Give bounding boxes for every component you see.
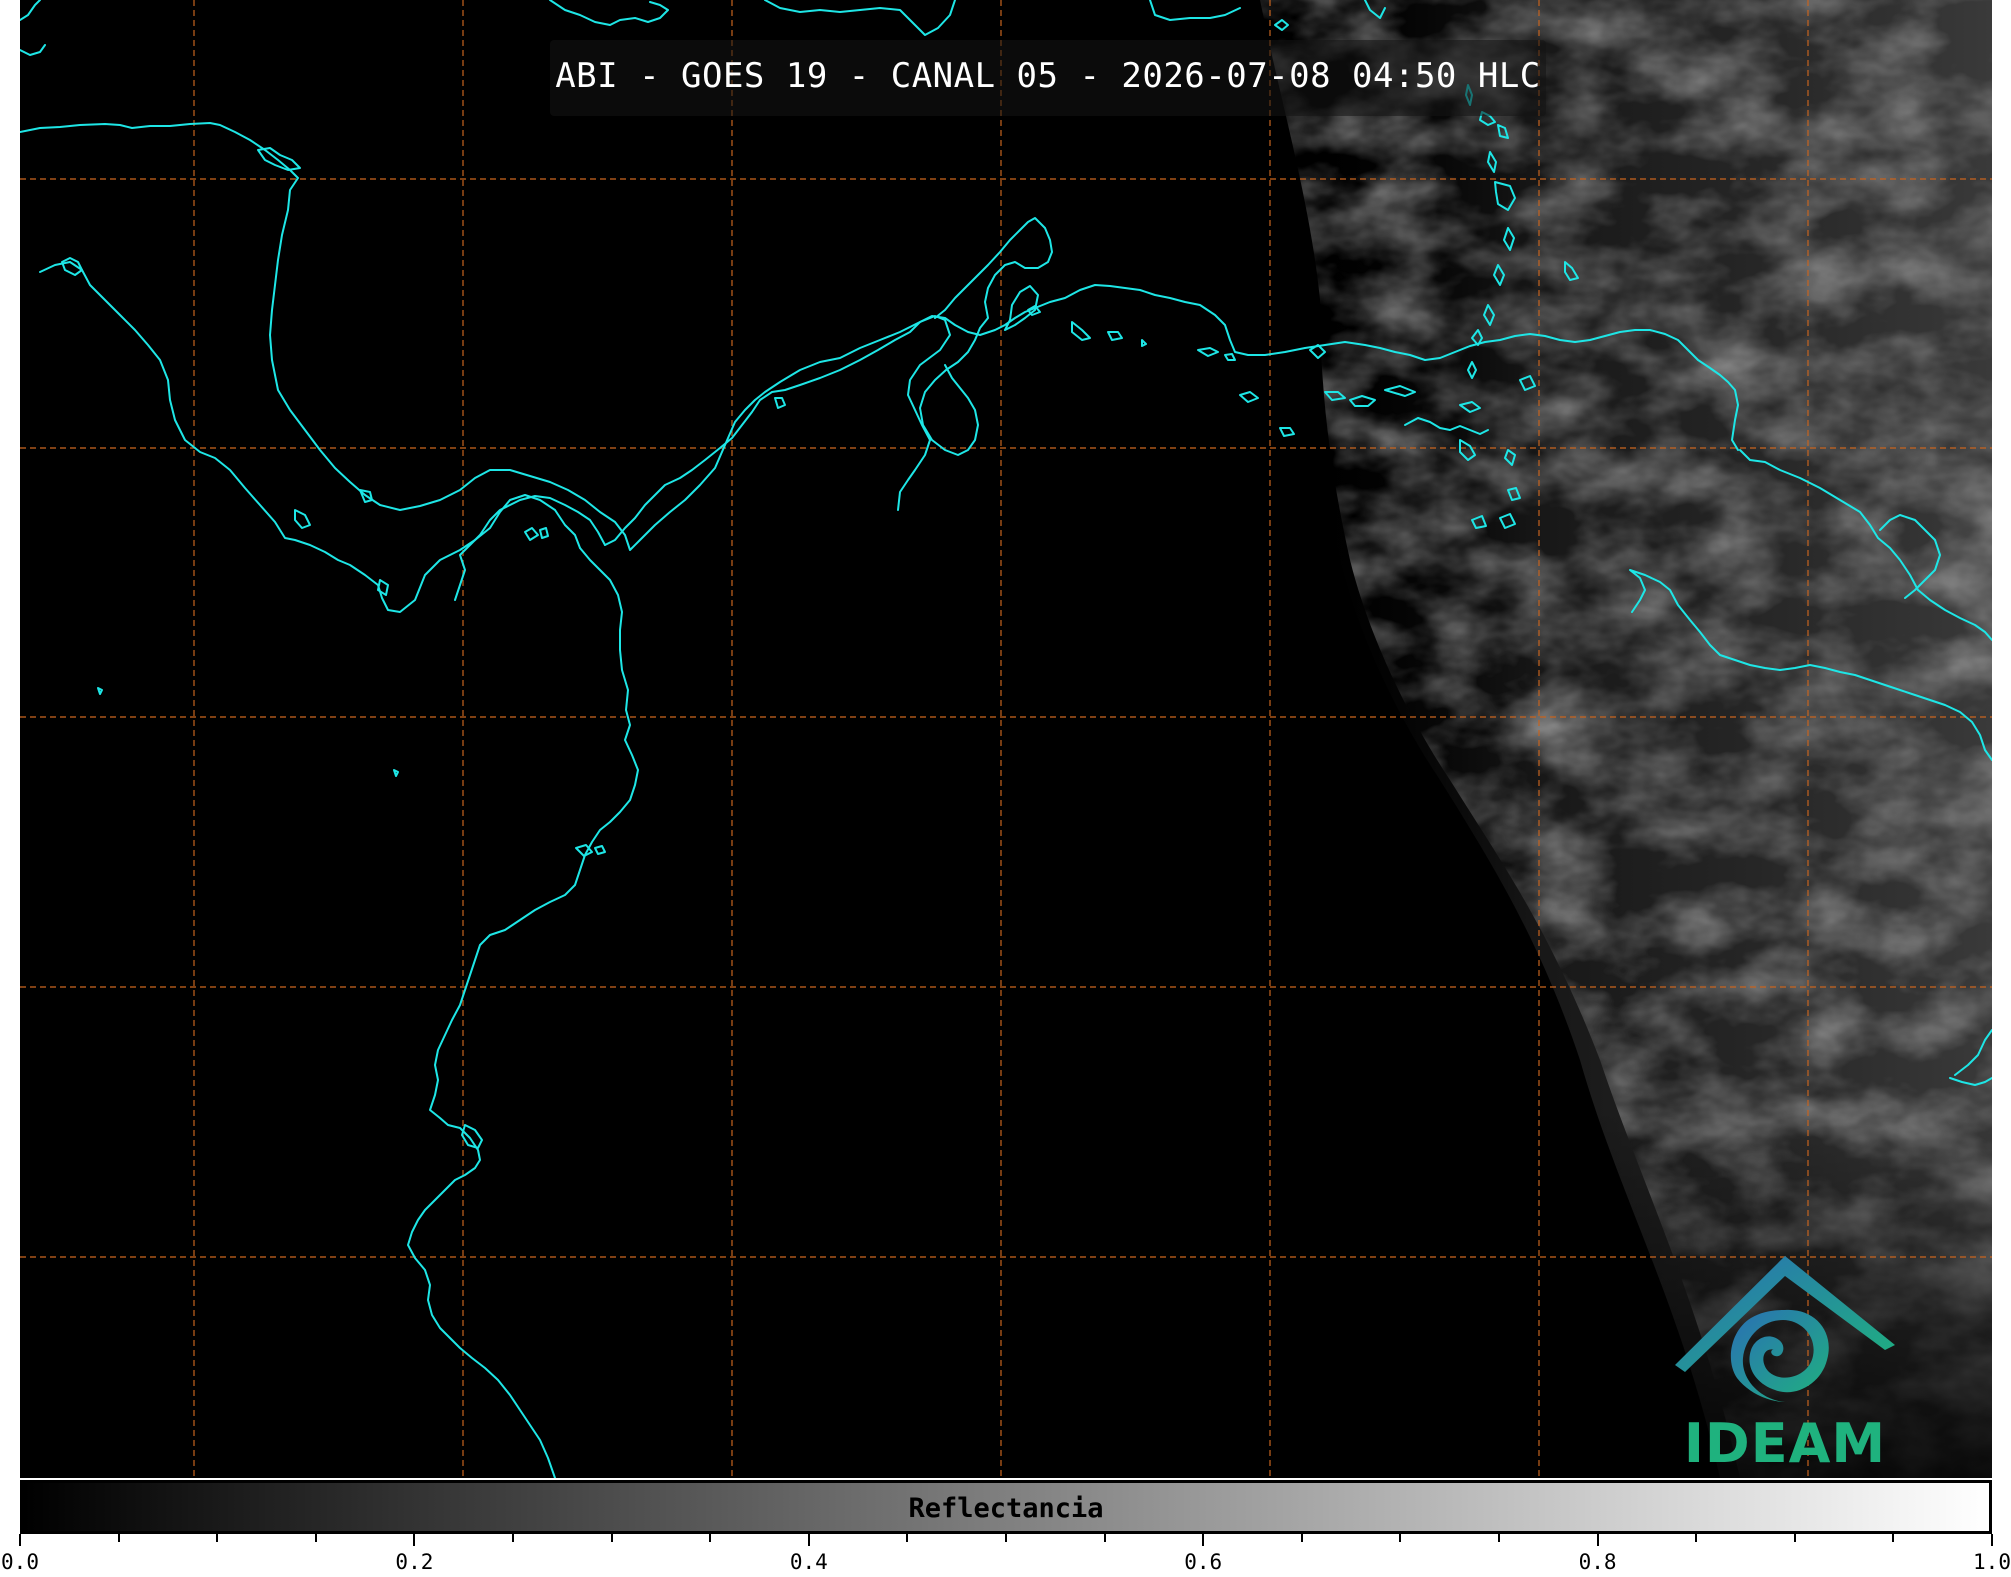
- colorbar-minor-tick: [117, 1534, 120, 1542]
- colorbar-major-tick: [19, 1534, 21, 1546]
- colorbar-minor-tick: [1399, 1534, 1402, 1542]
- colorbar-major-tick: [1202, 1534, 1205, 1546]
- coastline-panama: [454, 495, 606, 601]
- coastline-top-left: [20, 44, 46, 56]
- colorbar-tick-label: 0.2: [395, 1550, 434, 1574]
- coastline-small-island: [393, 769, 399, 777]
- colorbar-minor-tick: [1005, 1534, 1007, 1542]
- coastline-central-america: [20, 122, 951, 551]
- colorbar-label: Reflectancia: [908, 1493, 1104, 1524]
- ideam-logo-icon: [1675, 1256, 1895, 1402]
- map-title-box: ABI - GOES 19 - CANAL 05 - 2026-07-08 04…: [550, 40, 1546, 116]
- colorbar-axis: 0.0 0.2 0.4 0.6 0.8 1.0: [0, 1534, 2011, 1577]
- colorbar-minor-tick: [216, 1534, 219, 1542]
- coastline-small-island: [539, 527, 549, 539]
- colorbar-tick-label: 0.8: [1578, 1550, 1617, 1574]
- coastline-top-left: [20, 0, 41, 21]
- coastline-small-island: [97, 687, 103, 695]
- coastline-small-island: [774, 397, 786, 409]
- colorbar-tick-label: 1.0: [1973, 1550, 2011, 1574]
- coastline-small-island: [61, 257, 83, 276]
- colorbar-tick-label: 0.6: [1184, 1550, 1223, 1574]
- colorbar-major-tick: [413, 1534, 416, 1546]
- colorbar: Reflectancia: [20, 1480, 1992, 1534]
- coastline-small-island: [594, 845, 606, 855]
- map-title: ABI - GOES 19 - CANAL 05 - 2026-07-08 04…: [555, 56, 1541, 96]
- coastline-top-islands: [764, 0, 956, 36]
- coastline-darien-islands: [461, 1124, 483, 1149]
- colorbar-tick-label: 0.4: [789, 1550, 828, 1574]
- coastline-small-island: [294, 509, 311, 529]
- colorbar-minor-tick: [1892, 1534, 1895, 1542]
- ideam-logo-text: IDEAM: [1683, 1412, 1887, 1475]
- coastline-small-island: [257, 147, 301, 171]
- coastline-guajira: [919, 217, 1053, 456]
- coastline-top-islands: [549, 0, 669, 26]
- colorbar-major-tick: [1991, 1534, 1993, 1546]
- satellite-map: ABI - GOES 19 - CANAL 05 - 2026-07-08 04…: [20, 0, 1992, 1478]
- coastline-small-island: [524, 527, 539, 541]
- colorbar-minor-tick: [709, 1534, 712, 1542]
- colorbar-minor-tick: [1793, 1534, 1796, 1542]
- colorbar-minor-tick: [610, 1534, 613, 1542]
- colorbar-minor-tick: [512, 1534, 514, 1542]
- colorbar-major-tick: [1596, 1534, 1599, 1546]
- colorbar-minor-tick: [1103, 1534, 1106, 1542]
- colorbar-minor-tick: [1498, 1534, 1500, 1542]
- colorbar-minor-tick: [314, 1534, 317, 1542]
- colorbar-minor-tick: [906, 1534, 909, 1542]
- colorbar-tick-label: 0.0: [1, 1550, 39, 1574]
- colorbar-minor-tick: [1695, 1534, 1698, 1542]
- ideam-logo: IDEAM: [1665, 1250, 1905, 1475]
- colorbar-minor-tick: [1300, 1534, 1303, 1542]
- colorbar-major-tick: [807, 1534, 810, 1546]
- coastline-colombia-pacific: [407, 547, 639, 1478]
